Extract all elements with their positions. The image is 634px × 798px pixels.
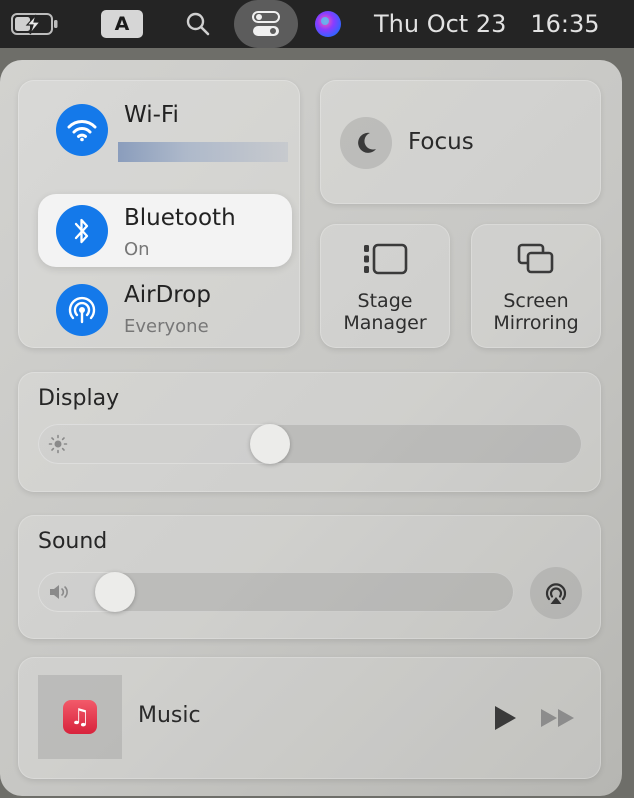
network-tile: Wi-Fi Bluetooth On AirDrop Everyone: [18, 80, 300, 348]
next-track-button[interactable]: [538, 705, 578, 731]
now-playing-tile[interactable]: ♫ Music: [18, 657, 601, 779]
control-center-panel: Wi-Fi Bluetooth On AirDrop Everyone Focu…: [0, 60, 622, 796]
airdrop-icon: [68, 296, 96, 324]
bluetooth-icon: [74, 218, 89, 244]
input-source-label: A: [101, 10, 143, 38]
fast-forward-icon: [541, 709, 574, 727]
music-app-icon: ♫: [63, 700, 97, 734]
bluetooth-status: On: [124, 239, 150, 260]
screen-mirroring-icon: [517, 243, 554, 274]
airdrop-label: AirDrop: [124, 282, 211, 308]
bluetooth-label: Bluetooth: [124, 205, 236, 231]
stage-manager-tile[interactable]: Stage Manager: [320, 224, 450, 348]
volume-slider-knob[interactable]: [94, 572, 135, 612]
airdrop-row[interactable]: AirDrop Everyone: [36, 274, 291, 346]
siri-icon[interactable]: [311, 0, 345, 48]
play-button[interactable]: [490, 703, 520, 733]
clock-time: 16:35: [530, 10, 600, 38]
wifi-label: Wi-Fi: [124, 102, 179, 128]
display-title: Display: [38, 386, 120, 411]
sun-icon: [48, 434, 68, 454]
clock-date: Thu Oct 23: [374, 10, 507, 38]
screen-mirroring-tile[interactable]: Screen Mirroring: [471, 224, 601, 348]
focus-label: Focus: [408, 129, 474, 155]
airdrop-status: Everyone: [124, 316, 209, 337]
wifi-network-name-redacted: [118, 142, 288, 162]
airplay-audio-button[interactable]: [530, 567, 582, 619]
display-tile: Display: [18, 372, 601, 492]
control-center-icon[interactable]: [233, 0, 299, 48]
wifi-icon: [67, 120, 97, 142]
focus-tile[interactable]: Focus: [320, 80, 601, 204]
play-icon: [495, 706, 516, 730]
moon-icon: [358, 132, 376, 153]
bluetooth-toggle-button[interactable]: [56, 205, 108, 257]
sound-title: Sound: [38, 529, 108, 554]
brightness-slider-knob[interactable]: [249, 424, 290, 464]
airplay-audio-icon: [545, 583, 567, 604]
sound-tile: Sound: [18, 515, 601, 639]
input-source-menu[interactable]: A: [100, 0, 144, 48]
stage-manager-icon: [364, 243, 408, 275]
airdrop-toggle-button[interactable]: [56, 284, 108, 336]
spotlight-search-icon[interactable]: [182, 0, 214, 48]
album-art: ♫: [38, 675, 122, 759]
speaker-icon: [50, 585, 68, 599]
brightness-slider[interactable]: [38, 424, 582, 464]
bluetooth-row[interactable]: Bluetooth On: [38, 194, 292, 267]
battery-charging-icon[interactable]: [8, 0, 62, 48]
menu-bar-clock[interactable]: Thu Oct 23 16:35: [374, 0, 626, 48]
focus-button[interactable]: [340, 117, 392, 169]
stage-manager-label: Stage Manager: [343, 290, 427, 334]
now-playing-label: Music: [138, 703, 201, 728]
screen-mirroring-label: Screen Mirroring: [493, 290, 579, 334]
menu-bar: A Thu Oct 23 16:35: [0, 0, 634, 48]
wifi-toggle-button[interactable]: [56, 104, 108, 156]
volume-slider[interactable]: [38, 572, 514, 612]
